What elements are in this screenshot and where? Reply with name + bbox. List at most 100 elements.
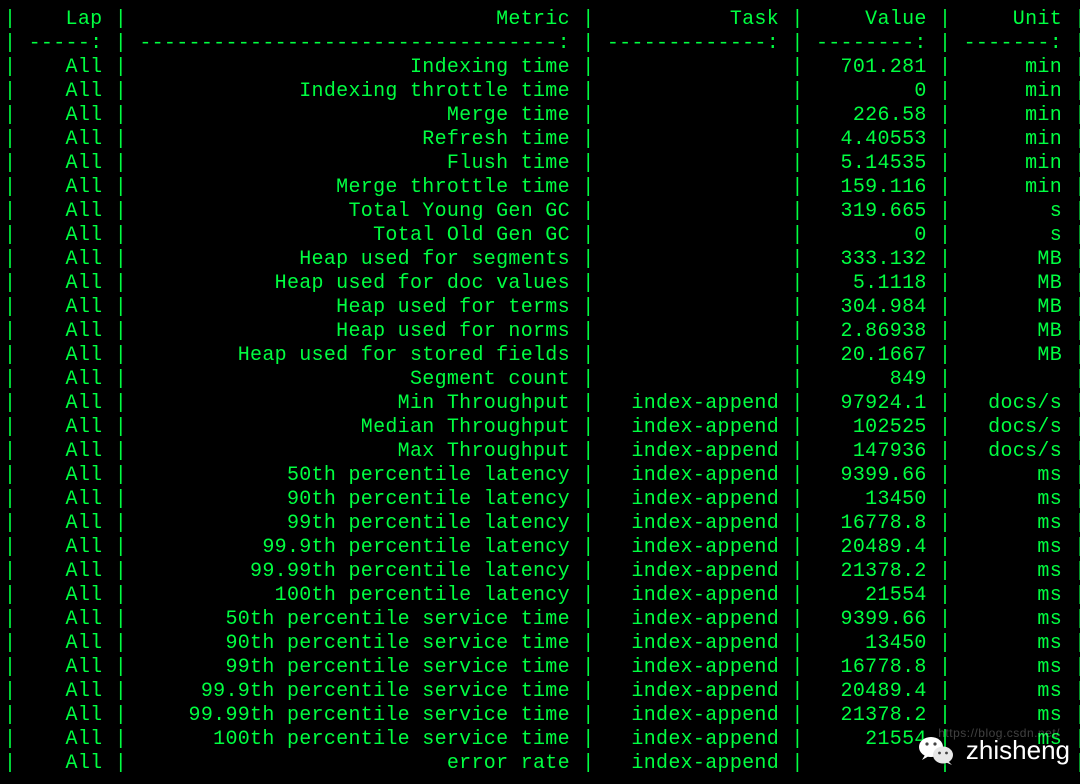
table-rule-row: | -----: | -----------------------------… xyxy=(4,32,1076,56)
cell-lap: All xyxy=(29,488,103,511)
cell-lap: All xyxy=(29,320,103,343)
column-separator: | xyxy=(779,56,816,79)
column-separator: | xyxy=(927,656,964,679)
cell-metric: 100th percentile latency xyxy=(139,584,570,607)
cell-lap: All xyxy=(29,752,103,775)
column-separator: | xyxy=(102,752,139,775)
cell-task xyxy=(607,224,779,247)
column-separator: | xyxy=(570,344,607,367)
column-separator: | xyxy=(1062,728,1080,751)
cell-task xyxy=(607,368,779,391)
cell-lap: All xyxy=(29,728,103,751)
column-separator: | xyxy=(1062,752,1080,775)
column-separator: | xyxy=(927,176,964,199)
column-separator: | xyxy=(1062,584,1080,607)
cell-unit: min xyxy=(964,56,1062,79)
cell-lap: All xyxy=(29,56,103,79)
cell-unit: min xyxy=(964,176,1062,199)
column-separator: | xyxy=(4,320,29,343)
column-separator: | xyxy=(102,200,139,223)
cell-value: 16778.8 xyxy=(816,512,927,535)
header-cell-unit: Unit xyxy=(964,8,1062,31)
table-row: | All | 99.99th percentile service time … xyxy=(4,704,1076,728)
column-separator: | xyxy=(570,440,607,463)
column-separator: | xyxy=(927,632,964,655)
column-separator: | xyxy=(570,608,607,631)
column-separator: | xyxy=(1062,224,1080,247)
cell-metric: Total Old Gen GC xyxy=(139,224,570,247)
column-separator: | xyxy=(1062,680,1080,703)
cell-lap: All xyxy=(29,584,103,607)
column-separator: | xyxy=(779,416,816,439)
column-separator: | xyxy=(779,176,816,199)
column-separator: | xyxy=(570,392,607,415)
column-separator: | xyxy=(570,248,607,271)
column-separator: | xyxy=(927,344,964,367)
column-separator: | xyxy=(779,248,816,271)
column-separator: | xyxy=(1062,296,1080,319)
column-separator: | xyxy=(570,320,607,343)
column-separator: | xyxy=(4,224,29,247)
column-separator: | xyxy=(1062,368,1080,391)
column-separator: | xyxy=(570,584,607,607)
cell-task xyxy=(607,272,779,295)
column-separator: | xyxy=(1062,80,1080,103)
column-separator: | xyxy=(779,560,816,583)
cell-value: 21554 xyxy=(816,584,927,607)
column-separator: | xyxy=(4,656,29,679)
cell-value: 319.665 xyxy=(816,200,927,223)
cell-task xyxy=(607,320,779,343)
column-separator: | xyxy=(1062,440,1080,463)
table-row: | All | Median Throughput | index-append… xyxy=(4,416,1076,440)
cell-metric: Heap used for terms xyxy=(139,296,570,319)
column-separator: | xyxy=(4,536,29,559)
cell-task xyxy=(607,104,779,127)
cell-task: index-append xyxy=(607,584,779,607)
table-row: | All | Merge throttle time | | 159.116 … xyxy=(4,176,1076,200)
column-separator: | xyxy=(927,56,964,79)
column-separator: | xyxy=(4,704,29,727)
cell-task: index-append xyxy=(607,728,779,751)
table-row: | All | Min Throughput | index-append | … xyxy=(4,392,1076,416)
column-separator: | xyxy=(4,176,29,199)
column-separator: | xyxy=(779,392,816,415)
column-separator: | xyxy=(570,224,607,247)
column-separator: | xyxy=(1062,656,1080,679)
column-separator: | xyxy=(570,560,607,583)
cell-lap: All xyxy=(29,152,103,175)
column-separator: | xyxy=(927,224,964,247)
column-separator: | xyxy=(4,248,29,271)
cell-lap: All xyxy=(29,80,103,103)
column-separator: | xyxy=(927,248,964,271)
column-separator: | xyxy=(102,608,139,631)
cell-value: 5.1118 xyxy=(816,272,927,295)
column-separator: | xyxy=(570,8,607,31)
cell-task: index-append xyxy=(607,536,779,559)
cell-unit: MB xyxy=(964,320,1062,343)
column-separator: | xyxy=(570,632,607,655)
table-row: | All | Heap used for doc values | | 5.1… xyxy=(4,272,1076,296)
table-row: | All | 90th percentile latency | index-… xyxy=(4,488,1076,512)
column-separator: | xyxy=(779,704,816,727)
column-separator: | xyxy=(4,728,29,751)
column-separator: | xyxy=(1062,392,1080,415)
column-separator: | xyxy=(927,32,964,55)
column-separator: | xyxy=(927,440,964,463)
column-separator: | xyxy=(102,176,139,199)
terminal-output: | Lap | Metric | Task | Value | Unit || … xyxy=(0,0,1080,784)
cell-value: 20.1667 xyxy=(816,344,927,367)
column-separator: | xyxy=(1062,152,1080,175)
cell-lap: All xyxy=(29,416,103,439)
table-row: | All | error rate | index-append | | | xyxy=(4,752,1076,776)
cell-value: 21554 xyxy=(816,728,927,751)
column-separator: | xyxy=(779,728,816,751)
column-separator: | xyxy=(4,344,29,367)
cell-metric: Indexing throttle time xyxy=(139,80,570,103)
cell-metric: Total Young Gen GC xyxy=(139,200,570,223)
cell-task xyxy=(607,152,779,175)
column-separator: | xyxy=(927,560,964,583)
cell-lap: All xyxy=(29,536,103,559)
column-separator: | xyxy=(927,608,964,631)
cell-task: index-append xyxy=(607,752,779,775)
cell-lap: All xyxy=(29,512,103,535)
